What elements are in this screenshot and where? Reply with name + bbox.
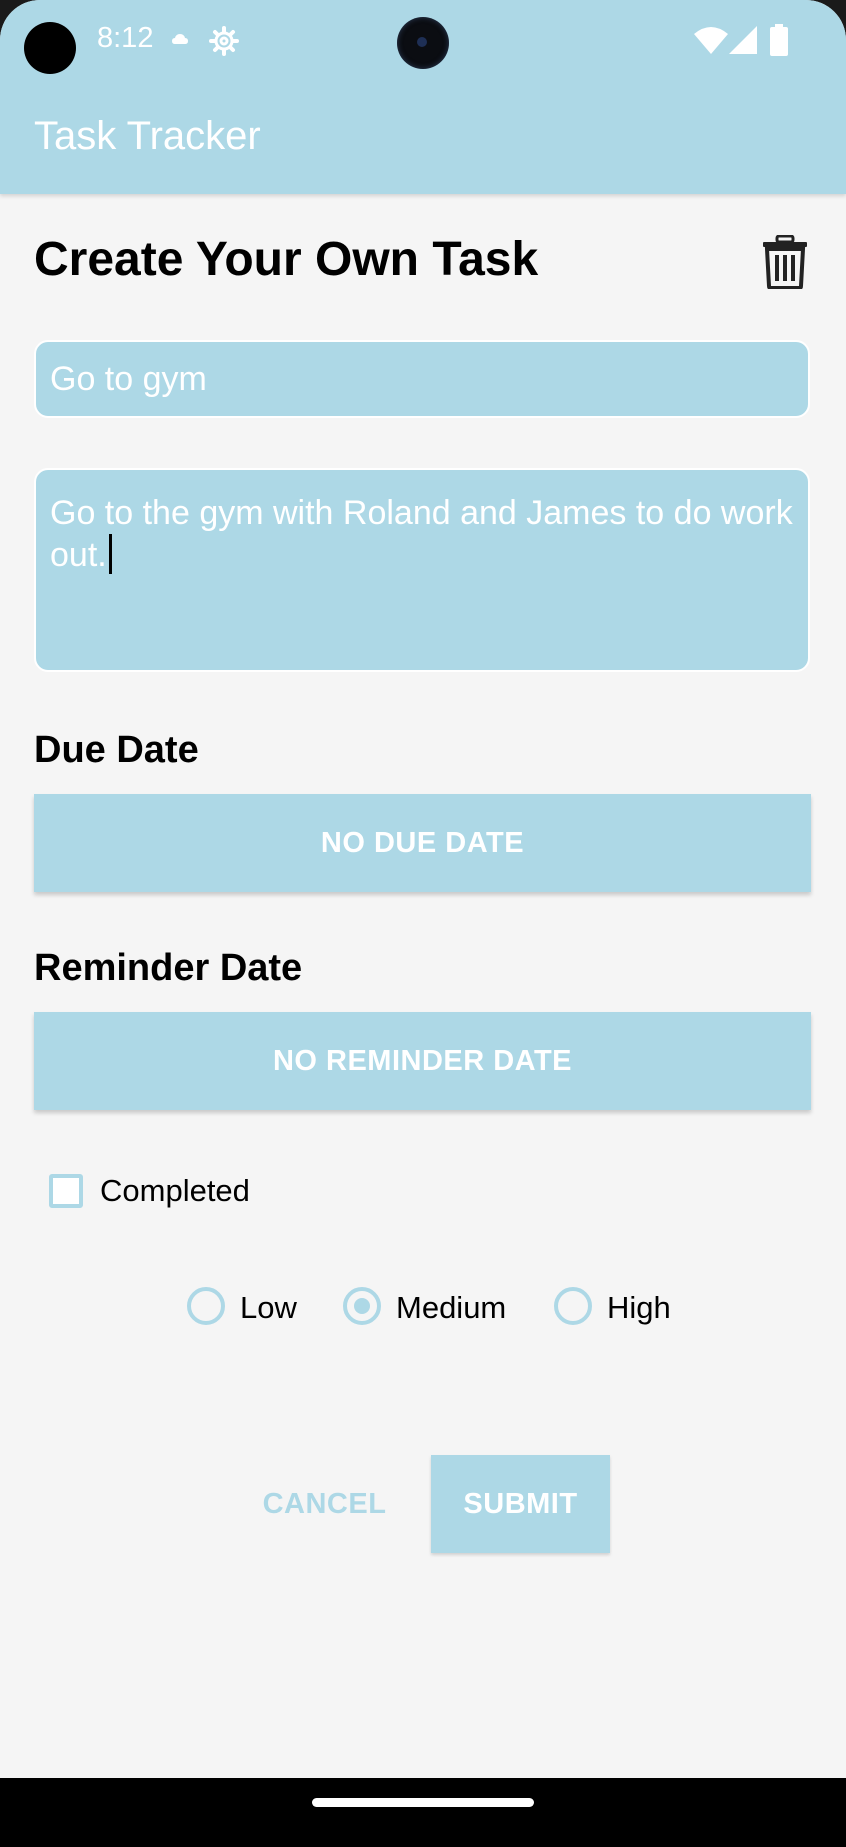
completed-label[interactable]: Completed xyxy=(100,1173,250,1209)
due-date-button[interactable]: NO DUE DATE xyxy=(34,794,811,892)
due-date-label: Due Date xyxy=(34,729,199,771)
app-title: Task Tracker xyxy=(34,114,261,158)
cancel-button[interactable]: CANCEL xyxy=(252,1455,397,1553)
reminder-date-label: Reminder Date xyxy=(34,947,303,989)
settings-gear-icon xyxy=(209,26,239,56)
signal-icon xyxy=(729,26,757,54)
submit-button[interactable]: SUBMIT xyxy=(431,1455,610,1553)
battery-icon xyxy=(770,24,788,56)
navigation-bar xyxy=(0,1778,846,1847)
camera-cutout-left xyxy=(24,22,76,74)
reminder-date-button[interactable]: NO REMINDER DATE xyxy=(34,1012,811,1110)
home-gesture-handle[interactable] xyxy=(312,1798,534,1807)
wifi-icon xyxy=(694,27,728,54)
priority-low-label[interactable]: Low xyxy=(240,1290,297,1326)
completed-checkbox[interactable] xyxy=(49,1174,83,1208)
text-cursor xyxy=(108,534,112,574)
status-time: 8:12 xyxy=(97,22,154,54)
task-title-value: Go to gym xyxy=(50,360,207,398)
trash-icon[interactable] xyxy=(762,235,808,289)
task-title-input[interactable]: Go to gym xyxy=(34,340,810,418)
front-camera xyxy=(397,17,449,69)
phone-screen: 8:12 Task Tracker Create Your Own Task G… xyxy=(0,0,846,1847)
app-bar: 8:12 Task Tracker xyxy=(0,0,846,194)
priority-medium-radio[interactable] xyxy=(343,1287,381,1325)
task-description-value: Go to the gym with Roland and James to d… xyxy=(50,494,793,574)
task-description-input[interactable]: Go to the gym with Roland and James to d… xyxy=(34,468,810,672)
priority-high-radio[interactable] xyxy=(554,1287,592,1325)
priority-high-label[interactable]: High xyxy=(607,1290,671,1326)
priority-low-radio[interactable] xyxy=(187,1287,225,1325)
priority-medium-label[interactable]: Medium xyxy=(396,1290,506,1326)
cloud-icon xyxy=(172,34,188,44)
page-title: Create Your Own Task xyxy=(34,233,539,286)
